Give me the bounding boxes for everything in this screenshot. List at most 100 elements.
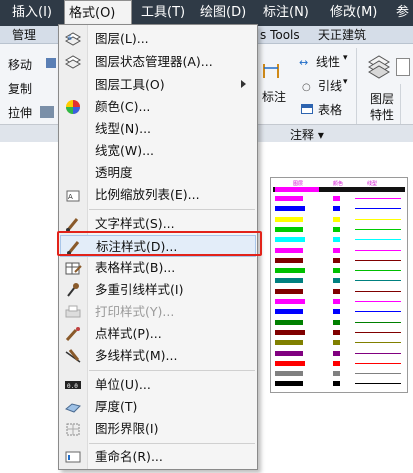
sheet-layer-row [271, 247, 409, 255]
menu-separator [89, 370, 255, 371]
sheet-color-square [333, 226, 340, 232]
sheet-layer-row [271, 288, 409, 296]
menu-item-label: 打印样式(Y)... [95, 304, 175, 319]
sheet-layer-swatch [275, 257, 303, 263]
layer-properties-icon [366, 50, 392, 80]
menu-item-units[interactable]: 0.0 单位(U)... [60, 374, 256, 396]
tab-manage[interactable]: 管理 [12, 26, 36, 44]
sheet-layer-swatch [275, 206, 305, 212]
menu-item-label: 图层状态管理器(A)... [95, 54, 213, 69]
units-icon: 0.0 [64, 377, 82, 393]
linear-dim-icon: ↔ [299, 56, 309, 69]
menu-item-label: 比例缩放列表(E)... [95, 187, 200, 202]
mline-style-icon [64, 348, 82, 364]
menu-item-layer-state[interactable]: 图层状态管理器(A)... [60, 51, 256, 73]
leader-dropdown-icon[interactable]: ▾ [343, 77, 348, 87]
sheet-color-square [333, 237, 340, 243]
sheet-color-square [333, 350, 340, 356]
layer-properties-label[interactable]: 图层 [370, 90, 394, 107]
plot-style-icon [64, 304, 82, 320]
menu-item-linetype[interactable]: 线型(N)... [60, 118, 256, 140]
stretch-tool[interactable]: 拉伸 [8, 104, 32, 121]
sheet-color-square [333, 206, 340, 212]
sheet-layer-row [271, 267, 409, 275]
menu-param[interactable]: 参 [392, 0, 413, 26]
menu-draw[interactable]: 绘图(D) [196, 0, 250, 26]
menu-item-scale-list[interactable]: A 比例缩放列表(E)... [60, 184, 256, 206]
menu-item-label: 线型(N)... [95, 121, 152, 136]
menu-item-label: 多线样式(M)... [95, 348, 178, 363]
menu-tools[interactable]: 工具(T) [137, 0, 189, 26]
menu-modify[interactable]: 修改(M) [326, 0, 381, 26]
menu-insert[interactable]: 插入(I) [8, 0, 56, 26]
sheet-linetype-line [355, 218, 401, 220]
sheet-layer-swatch [275, 247, 303, 253]
sheet-layer-swatch [275, 237, 305, 243]
menu-format[interactable]: 格式(O) [64, 0, 132, 26]
tab-express-tools[interactable]: s Tools [260, 26, 300, 44]
sheet-linetype-line [355, 249, 401, 251]
thickness-icon [64, 399, 82, 415]
menu-item-color[interactable]: 颜色(C)... [60, 96, 256, 118]
menu-item-layer[interactable]: 6 图层(L)... [60, 28, 256, 50]
text-style-icon [64, 216, 82, 232]
dimension-button[interactable]: 标注 [262, 88, 286, 105]
sheet-linetype-line [355, 239, 401, 241]
sheet-linetype-line [355, 290, 401, 292]
sheet-color-square [333, 381, 340, 387]
sheet-layer-swatch [275, 288, 303, 294]
mleader-style-icon [64, 282, 82, 298]
leader-button[interactable]: 引线 [318, 77, 342, 94]
sheet-linetype-line [355, 208, 401, 210]
svg-text:6: 6 [68, 35, 72, 42]
sheet-layer-swatch [275, 329, 305, 335]
menu-item-table-style[interactable]: 表格样式(B)... [60, 257, 256, 279]
tab-tianzheng[interactable]: 天正建筑 [318, 26, 366, 44]
sheet-color-square [333, 371, 340, 377]
table-icon [301, 104, 313, 114]
sheet-layer-row [271, 216, 409, 224]
menu-item-rename[interactable]: 重命名(R)... [60, 446, 256, 468]
menu-bar: 插入(I) 格式(O) 工具(T) 绘图(D) 标注(N) 修改(M) 参 [0, 0, 413, 26]
menu-item-limits[interactable]: 图形界限(I) [60, 418, 256, 440]
ribbon-separator [356, 48, 357, 128]
sheet-layer-swatch [275, 319, 303, 325]
menu-item-mleader-style[interactable]: 多重引线样式(I) [60, 279, 256, 301]
sheet-linetype-line [355, 280, 401, 282]
menu-item-transparency[interactable]: 透明度 [60, 162, 256, 184]
sheet-linetype-line [355, 331, 401, 333]
table-button[interactable]: 表格 [318, 101, 342, 118]
menu-item-mline-style[interactable]: 多线样式(M)... [60, 345, 256, 367]
sheet-layer-row [271, 319, 409, 327]
sheet-layer-swatch [275, 340, 303, 346]
table-style-icon [64, 260, 82, 276]
sheet-layer-swatch [275, 268, 305, 274]
menu-item-label: 厚度(T) [95, 399, 138, 414]
submenu-arrow-icon [241, 80, 246, 88]
layer-properties-label-2[interactable]: 特性 [370, 106, 394, 123]
menu-separator [89, 209, 255, 210]
menu-dimension[interactable]: 标注(N) [259, 0, 313, 26]
scale-list-icon: A [64, 187, 82, 203]
annotation-panel-title[interactable]: 注释 ▾ [290, 126, 324, 143]
sheet-color-square [333, 319, 340, 325]
menu-item-point-style[interactable]: 点样式(P)... [60, 323, 256, 345]
menu-item-layer-tools[interactable]: 图层工具(O) [60, 74, 256, 96]
menu-item-label: 图形界限(I) [95, 421, 159, 436]
linear-dropdown-icon[interactable]: ▾ [343, 53, 348, 63]
move-tool[interactable]: 移动 [8, 56, 32, 73]
menu-item-label: 图层工具(O) [95, 77, 165, 92]
drawing-sheet: 图层 颜色 线型 [270, 177, 408, 393]
menu-item-label: 表格样式(B)... [95, 260, 176, 275]
menu-item-plot-style[interactable]: 打印样式(Y)... [60, 301, 256, 323]
sheet-layer-row [271, 298, 409, 306]
menu-item-lineweight[interactable]: 线宽(W)... [60, 140, 256, 162]
menu-separator [89, 443, 255, 444]
menu-item-label: 图层(L)... [95, 31, 149, 46]
copy-tool[interactable]: 复制 [8, 80, 32, 97]
menu-item-label: 颜色(C)... [95, 99, 151, 114]
dimension-icon [262, 60, 280, 80]
move-icon [46, 58, 56, 68]
menu-item-thickness[interactable]: 厚度(T) [60, 396, 256, 418]
linear-button[interactable]: 线性 [316, 53, 340, 70]
